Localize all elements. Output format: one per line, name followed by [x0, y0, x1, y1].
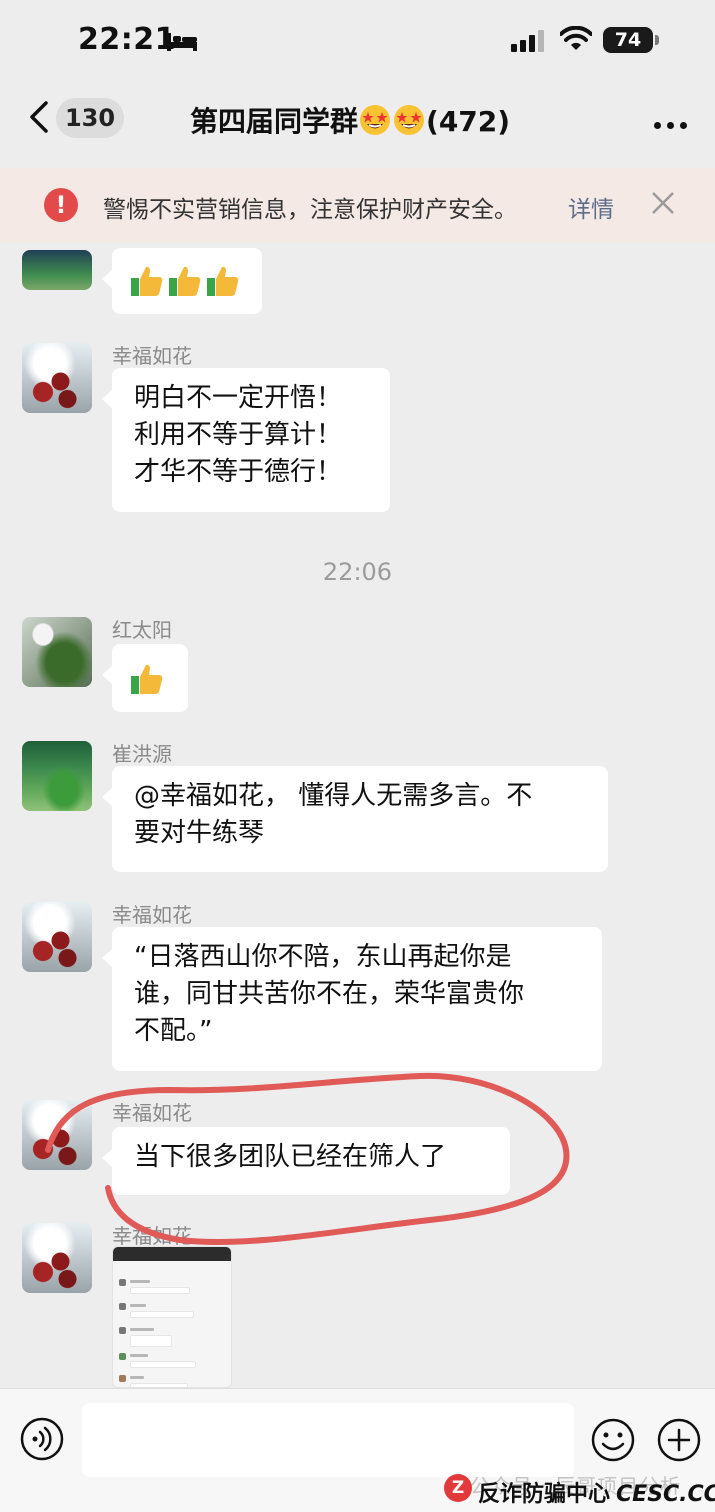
watermark-center-name: 反诈防骗中心 — [478, 1482, 611, 1507]
emoji-picker-icon[interactable] — [590, 1417, 636, 1463]
voice-input-icon[interactable] — [20, 1417, 64, 1461]
add-attachment-icon[interactable] — [656, 1417, 702, 1463]
anti-fraud-logo-icon: Z — [444, 1474, 472, 1502]
anti-fraud-watermark: 反诈防骗中心 CESC.CC — [478, 1476, 715, 1508]
watermark-site: CESC.CC — [616, 1482, 715, 1507]
message-input[interactable] — [82, 1403, 574, 1477]
red-annotation-circle — [45, 1072, 570, 1245]
